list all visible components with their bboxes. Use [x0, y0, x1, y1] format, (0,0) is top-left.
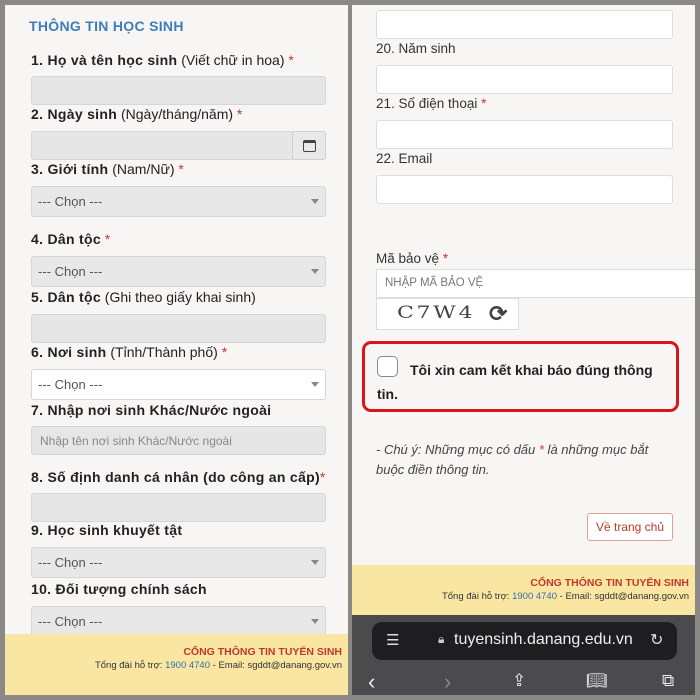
footer-support: Tổng đài hỗ trợ: 1900 4740 - Email: sgdd… [441, 591, 689, 602]
site-footer: CỔNG THÔNG TIN TUYỂN SINH Tổng đài hỗ tr… [5, 634, 348, 695]
support-phone-link[interactable]: 1900 4740 [512, 591, 557, 602]
refresh-captcha-icon[interactable]: ⟳ [489, 301, 507, 327]
footer-title: CỔNG THÔNG TIN TUYỂN SINH [183, 646, 342, 658]
label-email: 22. Email [376, 151, 433, 166]
captcha-input[interactable]: NHẬP MÃ BẢO VỆ [376, 269, 695, 298]
back-icon[interactable]: ‹ [368, 669, 375, 695]
birth-year-input[interactable] [376, 65, 673, 94]
dropdown-caret-icon [311, 199, 319, 204]
label-policy-group: 10. Đối tượng chính sách [31, 581, 207, 597]
label-other-birthplace: 7. Nhập nơi sinh Khác/Nước ngoài [31, 402, 272, 418]
label-ethnicity: 4. Dân tộc * [31, 231, 111, 247]
previous-field-input[interactable] [376, 10, 673, 39]
support-phone-link[interactable]: 1900 4740 [165, 660, 210, 671]
label-ethnicity-birth-cert: 5. Dân tộc (Ghi theo giấy khai sinh) [31, 289, 256, 305]
browser-toolbar: ☰ 🔒︎ tuyensinh.danang.edu.vn ↻ ‹ › ⇪ 📖︎ … [352, 615, 695, 695]
email-input[interactable] [376, 175, 673, 204]
label-captcha: Mã bảo vệ * [376, 251, 449, 266]
label-phone: 21. Số điện thoại * [376, 96, 487, 111]
birth-date-input[interactable] [31, 131, 293, 160]
reader-mode-icon[interactable]: ☰ [386, 631, 399, 649]
home-button[interactable]: Về trang chủ [587, 513, 673, 541]
section-title: THÔNG TIN HỌC SINH [29, 18, 184, 34]
right-screenshot-panel: 20. Năm sinh 21. Số điện thoại * 22. Ema… [352, 5, 695, 695]
label-birth-year: 20. Năm sinh [376, 41, 456, 56]
url-text: tuyensinh.danang.edu.vn [454, 631, 633, 648]
required-note: - Chú ý: Những mục có dấu * là những mục… [376, 442, 649, 477]
left-screenshot-panel: THÔNG TIN HỌC SINH 1. Họ và tên học sinh… [5, 5, 348, 695]
dropdown-caret-icon [311, 269, 319, 274]
calendar-icon [303, 140, 316, 152]
label-personal-id: 8. Số định danh cá nhân (do công an cấp)… [31, 469, 326, 485]
captcha-box: C7W4 ⟳ [376, 298, 519, 330]
phone-input[interactable] [376, 120, 673, 149]
commitment-highlight: Tôi xin cam kết khai báo đúng thông tin. [362, 341, 679, 412]
address-bar[interactable]: ☰ 🔒︎ tuyensinh.danang.edu.vn ↻ [372, 622, 677, 660]
label-gender: 3. Giới tính (Nam/Nữ) * [31, 161, 184, 177]
dropdown-caret-icon [311, 382, 319, 387]
commitment-text: Tôi xin cam kết khai báo đúng thông tin. [377, 362, 653, 402]
personal-id-input[interactable] [31, 493, 326, 522]
label-full-name: 1. Họ và tên học sinh (Viết chữ in hoa) … [31, 52, 294, 68]
footer-title: CỔNG THÔNG TIN TUYỂN SINH [530, 577, 689, 589]
label-disability: 9. Học sinh khuyết tật [31, 522, 183, 538]
dropdown-caret-icon [311, 560, 319, 565]
tabs-icon[interactable]: ⧉ [662, 671, 674, 691]
share-icon[interactable]: ⇪ [512, 671, 526, 691]
other-birthplace-input[interactable]: Nhập tên nơi sinh Khác/Nước ngoài [31, 426, 326, 455]
reload-icon[interactable]: ↻ [650, 630, 663, 650]
lock-icon: 🔒︎ [438, 632, 445, 646]
site-footer: CỔNG THÔNG TIN TUYỂN SINH Tổng đài hỗ tr… [352, 565, 695, 615]
captcha-image: C7W4 [397, 303, 476, 323]
footer-support: Tổng đài hỗ trợ: 1900 4740 - Email: sgdd… [94, 660, 342, 671]
label-birthplace: 6. Nơi sinh (Tỉnh/Thành phố) * [31, 344, 228, 360]
gender-select[interactable]: --- Chọn --- [31, 186, 326, 217]
ethnicity-select[interactable]: --- Chọn --- [31, 256, 326, 287]
full-name-input[interactable] [31, 76, 326, 105]
ethnicity-birth-cert-input[interactable] [31, 314, 326, 343]
bookmarks-icon[interactable]: 📖︎ [586, 671, 608, 691]
dropdown-caret-icon [311, 619, 319, 624]
disability-select[interactable]: --- Chọn --- [31, 547, 326, 578]
birthplace-select[interactable]: --- Chọn --- [31, 369, 326, 400]
label-birth-date: 2. Ngày sinh (Ngày/tháng/năm) * [31, 106, 243, 122]
forward-icon: › [444, 669, 452, 694]
calendar-button[interactable] [292, 131, 326, 160]
policy-group-select[interactable]: --- Chọn --- [31, 606, 326, 637]
